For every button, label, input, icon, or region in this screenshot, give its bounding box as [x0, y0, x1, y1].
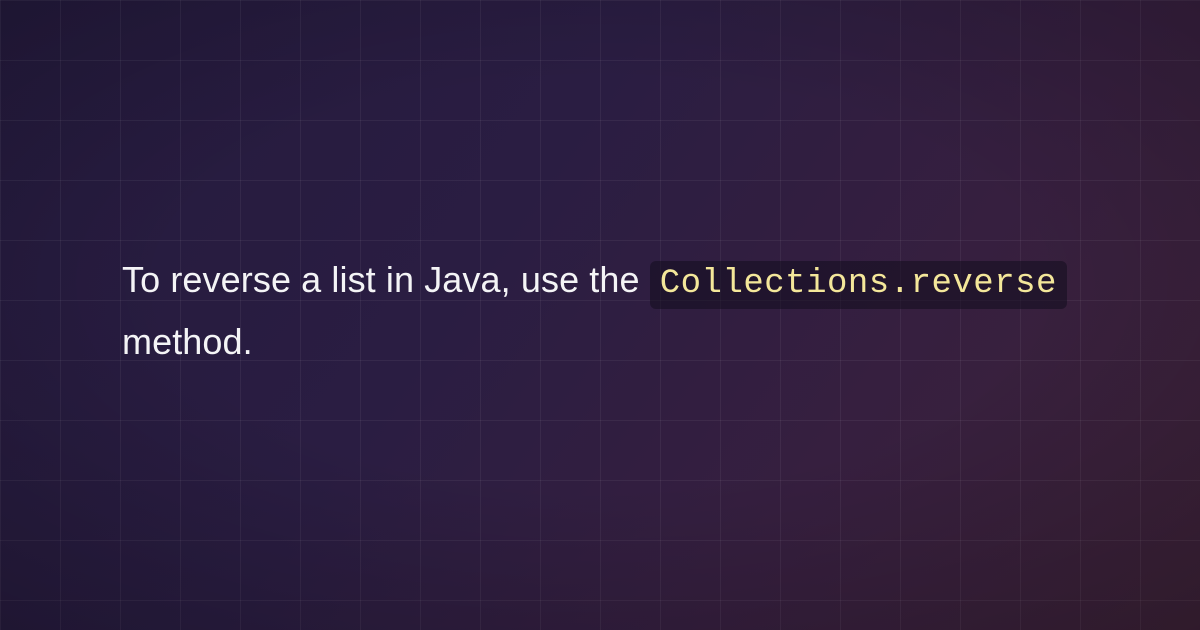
text-before-code: To reverse a list in Java, use the [122, 259, 650, 300]
main-text: To reverse a list in Java, use the Colle… [122, 250, 1080, 371]
inline-code: Collections.reverse [650, 261, 1067, 309]
text-after-code: method. [122, 321, 253, 362]
